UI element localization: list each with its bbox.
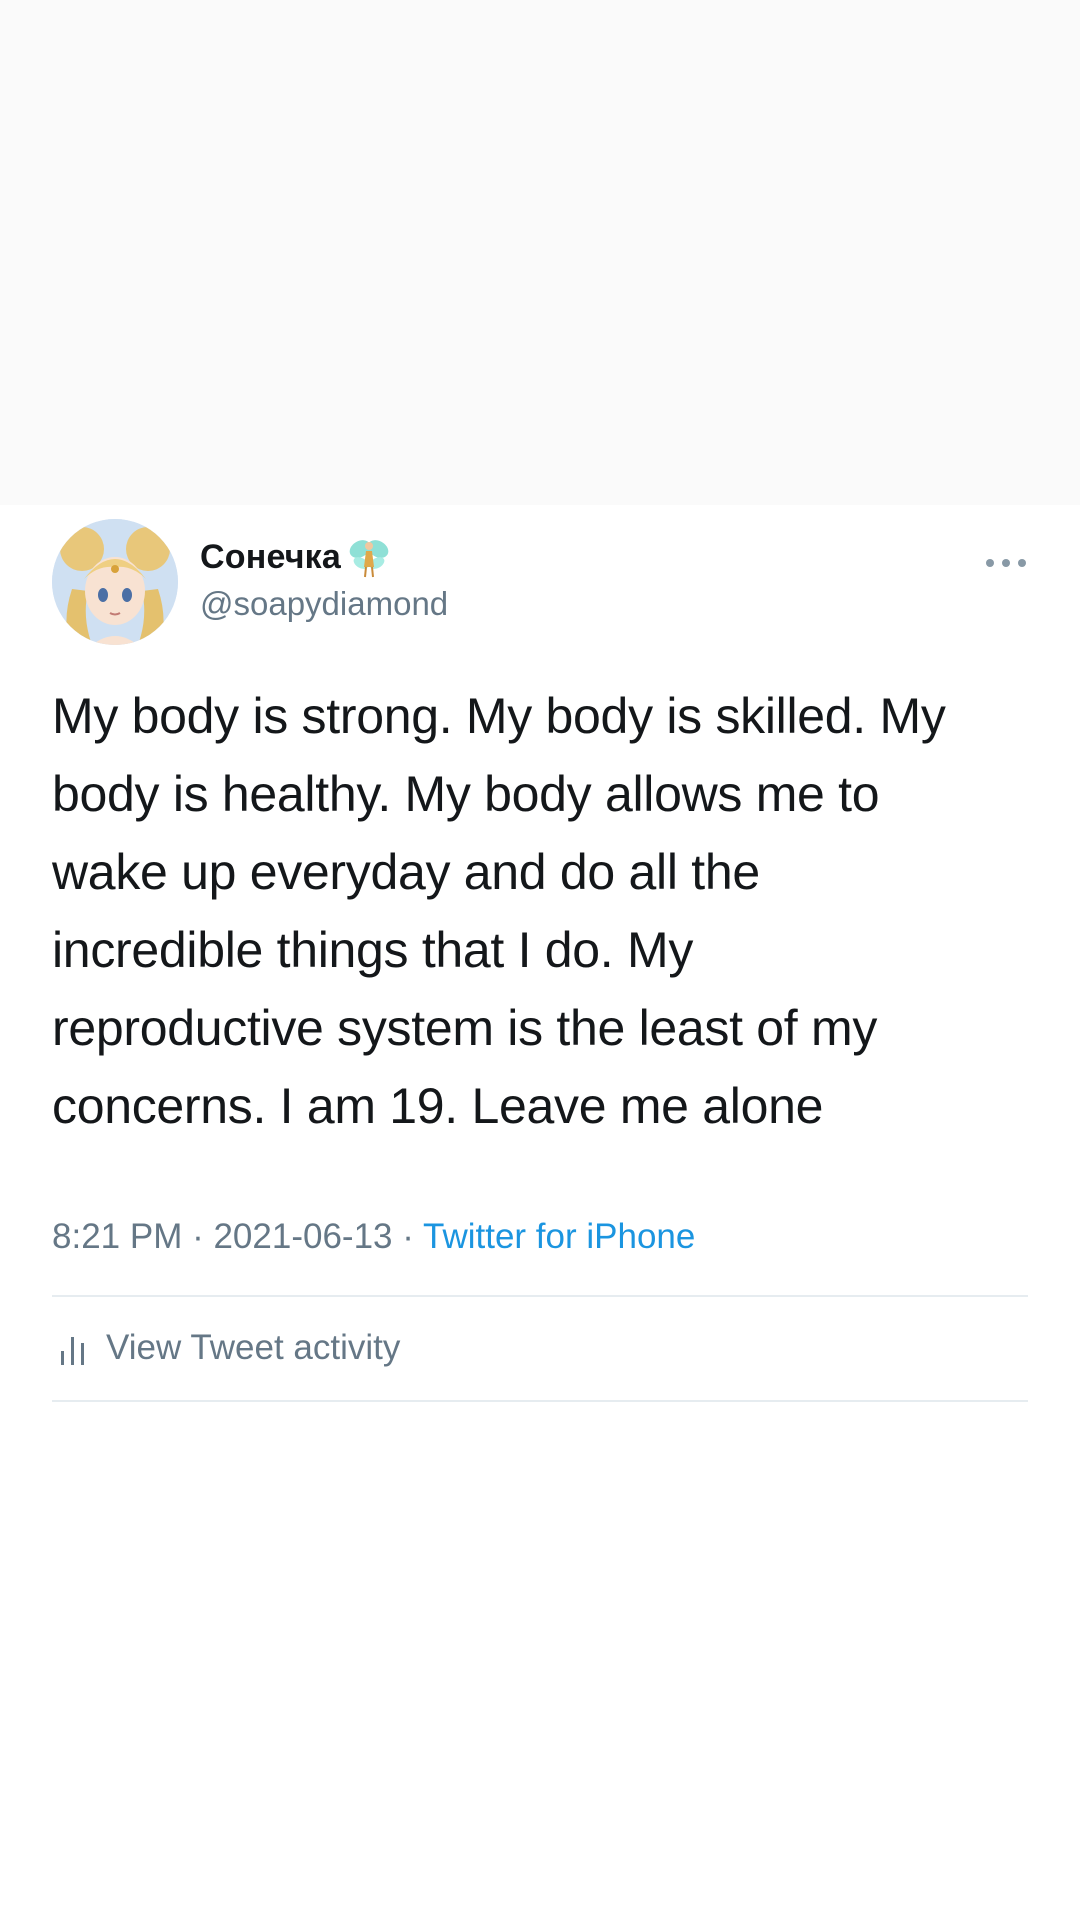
tweet-text-line: My body is strong. My body is skilled. M… xyxy=(52,688,946,744)
meta-separator: · xyxy=(182,1217,214,1256)
tweet-time: 8:21 PM xyxy=(52,1217,183,1256)
dot xyxy=(986,559,994,567)
dot xyxy=(1018,559,1026,567)
view-tweet-activity-button[interactable]: View Tweet activity xyxy=(58,1313,400,1383)
tweet-text-line: wake up everyday and do all the xyxy=(52,844,760,900)
tweet-text: My body is strong. My body is skilled. M… xyxy=(52,677,1028,1145)
fairy-emoji-icon xyxy=(349,540,389,578)
tweet-date: 2021-06-13 xyxy=(213,1217,393,1256)
tweet-source-link[interactable]: Twitter for iPhone xyxy=(423,1217,695,1256)
display-name[interactable]: Сонечка xyxy=(200,538,341,577)
meta-separator: · xyxy=(392,1217,423,1256)
user-handle[interactable]: @soapydiamond xyxy=(200,585,448,623)
display-name-row: Сонечка xyxy=(200,535,391,579)
divider xyxy=(52,1400,1028,1402)
tweet-meta: 8:21 PM · 2021-06-13 · Twitter for iPhon… xyxy=(52,1217,695,1257)
view-tweet-activity-label: View Tweet activity xyxy=(106,1328,401,1367)
tweet-header: Сонечка @soapydiamond xyxy=(52,513,1028,645)
profile-avatar[interactable] xyxy=(52,519,178,645)
more-dots-icon[interactable] xyxy=(986,553,1026,573)
dot xyxy=(1002,559,1010,567)
bar-chart-icon xyxy=(61,1337,84,1365)
divider xyxy=(52,1295,1028,1297)
tweet-text-line: incredible things that I do. My xyxy=(52,922,694,978)
tweet-text-line: reproductive system is the least of my xyxy=(52,1000,878,1056)
tweet-text-line: body is healthy. My body allows me to xyxy=(52,766,880,822)
tweet-text-line: concerns. I am 19. Leave me alone xyxy=(52,1078,824,1134)
blank-top-area xyxy=(0,0,1080,505)
